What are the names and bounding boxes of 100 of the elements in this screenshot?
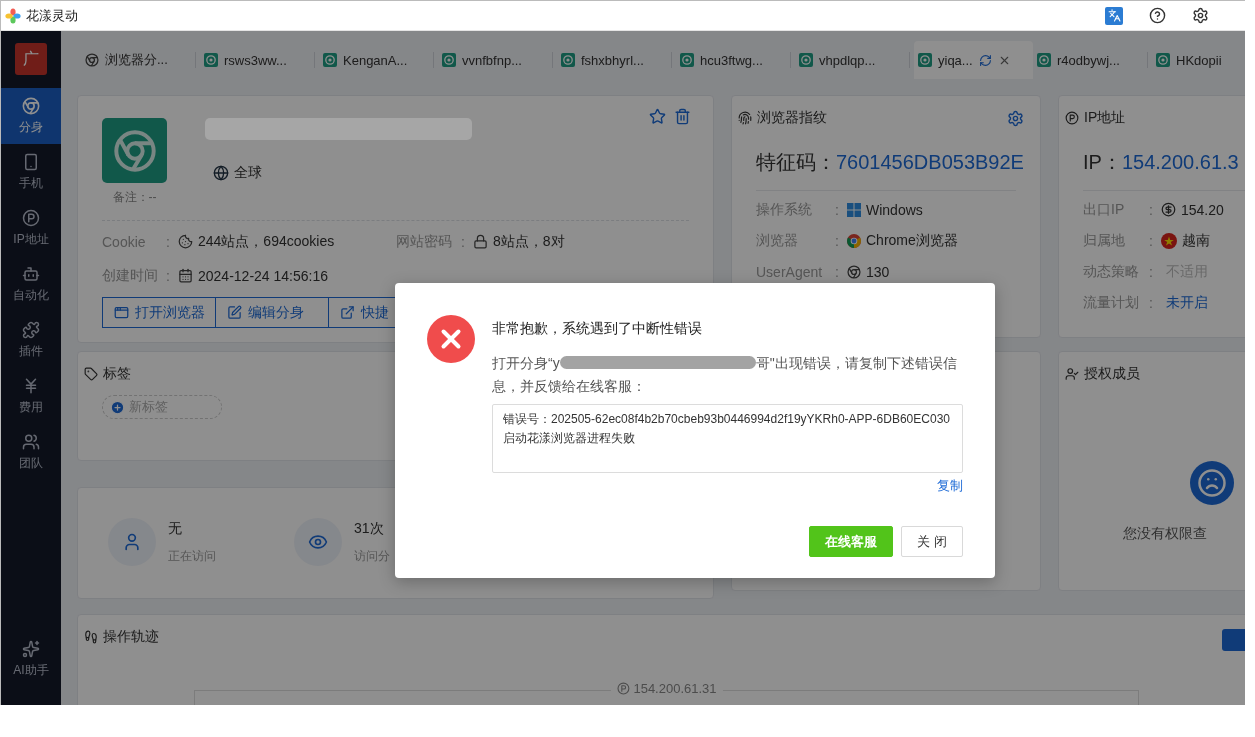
- field-value: 244站点，694cookies: [198, 232, 335, 251]
- colon: :: [1149, 294, 1154, 311]
- flower-logo-icon: [5, 7, 21, 24]
- support-button[interactable]: 在线客服: [809, 526, 894, 557]
- sad-face-icon: [1190, 461, 1234, 505]
- sparkle-icon: [22, 639, 40, 658]
- ring-logo-icon: [847, 264, 861, 279]
- window-icon: [114, 305, 129, 320]
- help-icon[interactable]: [1149, 7, 1166, 24]
- field-value: 154.20: [1181, 201, 1224, 218]
- ring-logo-icon: [85, 53, 99, 67]
- tab[interactable]: HKdopii: [1152, 41, 1245, 79]
- error-details-field[interactable]: 错误号：202505-62ec08f4b2b70cbeb93b0446994d2f19yYKRh0-APP-6DB60EC030 启动花漾浏览器进程失败: [492, 404, 963, 473]
- value-link[interactable]: 未开启: [1166, 293, 1208, 312]
- field-value: 130: [866, 263, 890, 280]
- tab[interactable]: fshxbhyrl...: [557, 41, 676, 79]
- close-button[interactable]: 关 闭: [901, 526, 963, 557]
- track-ip: 154.200.61.31: [610, 681, 723, 696]
- dialog-title: 非常抱歉，系统遇到了中断性错误: [492, 320, 703, 338]
- app-tile-icon: [323, 53, 337, 67]
- colon: :: [1149, 263, 1154, 280]
- field-label: 网站密码: [396, 232, 453, 251]
- colon: :: [166, 233, 171, 250]
- tab[interactable]: hcu3ftwg...: [676, 41, 795, 79]
- team-logo[interactable]: 广: [15, 43, 47, 75]
- phone-icon: [22, 152, 40, 171]
- location-label: 全球: [213, 164, 689, 182]
- field-label: 浏览器: [756, 231, 799, 250]
- tab[interactable]: KenganA...: [319, 41, 438, 79]
- tab[interactable]: 浏览器分...: [81, 41, 200, 79]
- tab[interactable]: vvnfbfnp...: [438, 41, 557, 79]
- action-button[interactable]: 编辑分身: [215, 297, 329, 328]
- colon: :: [835, 232, 840, 249]
- app-tile-icon: [561, 53, 575, 67]
- robot-icon: [22, 264, 40, 283]
- nav-item[interactable]: 插件: [1, 312, 61, 368]
- card-title: 标签: [103, 365, 131, 383]
- card-title: IP地址: [1084, 109, 1126, 127]
- nav-item[interactable]: 手机: [1, 144, 61, 200]
- nav-item[interactable]: AI助手: [1, 631, 61, 687]
- nav-item[interactable]: 团队: [1, 424, 61, 480]
- circle-p-icon: [22, 208, 40, 227]
- nav-item[interactable]: 费用: [1, 368, 61, 424]
- app-tile-icon: [442, 53, 456, 67]
- ip-label: IP：: [1083, 150, 1122, 175]
- code-label: 特征码：: [756, 150, 836, 175]
- circle-p-icon: [616, 682, 630, 695]
- field-label: 归属地: [1083, 231, 1126, 250]
- field-value: 越南: [1182, 231, 1210, 250]
- ip-value: 154.200.61.3: [1121, 151, 1239, 174]
- nav-item[interactable]: 分身: [1, 88, 61, 144]
- star-flag-icon: [1161, 232, 1177, 249]
- tab[interactable]: yiqa...: [914, 41, 1033, 79]
- trash-icon[interactable]: [674, 108, 691, 125]
- error-message: 打开分身“y 哥"出现错误，请复制下述错误信息，并反馈给在线客服：: [492, 354, 958, 396]
- circle-p-icon: [1065, 111, 1079, 125]
- cookie-icon: [178, 234, 193, 249]
- colon: :: [835, 201, 840, 218]
- lock-icon: [473, 234, 488, 249]
- stat-value: 无: [168, 519, 183, 538]
- color-ring-icon: [847, 233, 861, 248]
- field-value: 8站点，8对: [493, 232, 565, 251]
- card-title: 操作轨迹: [103, 628, 159, 646]
- refresh-icon: [978, 53, 992, 67]
- field-label: UserAgent: [756, 263, 824, 280]
- app-tile-icon: [1037, 53, 1051, 67]
- dollar-coin-icon: [1161, 202, 1176, 217]
- tab[interactable]: vhpdlqp...: [795, 41, 914, 79]
- field-label: Cookie: [102, 233, 147, 250]
- edit-icon: [227, 305, 242, 320]
- stat-value: 31次: [354, 519, 385, 538]
- tab[interactable]: rsws3ww...: [200, 41, 319, 79]
- card-title: 浏览器指纹: [757, 109, 827, 127]
- tab[interactable]: r4odbywj...: [1033, 41, 1152, 79]
- app-tile-icon: [204, 53, 218, 67]
- field-value: Chrome浏览器: [866, 231, 958, 250]
- nav-item[interactable]: 自动化: [1, 256, 61, 312]
- calendar-icon: [178, 268, 193, 283]
- globe-icon: [213, 165, 229, 181]
- field-label: 操作系统: [756, 200, 813, 219]
- copy-link[interactable]: 复制: [937, 477, 963, 495]
- star-icon[interactable]: [649, 108, 666, 125]
- colon: :: [1149, 232, 1154, 249]
- code-value: 7601456DB053B92E: [836, 151, 1024, 174]
- app-tile-icon: [1156, 53, 1170, 67]
- action-button[interactable]: 打开浏览器: [102, 297, 216, 328]
- nav-item[interactable]: IP地址: [1, 200, 61, 256]
- ring-logo-icon: [112, 128, 157, 173]
- app-tile-icon: [918, 53, 932, 67]
- footprints-icon: [84, 630, 98, 644]
- empty-message: 您没有权限查: [1123, 525, 1208, 543]
- four-panes-icon: [847, 202, 861, 217]
- settings-icon[interactable]: [1192, 7, 1209, 24]
- field-value: 2024-12-24 14:56:16: [198, 267, 328, 284]
- card-title: 授权成员: [1084, 365, 1140, 383]
- colon: :: [1149, 201, 1154, 218]
- app-tile-icon: [799, 53, 813, 67]
- colon: :: [461, 233, 466, 250]
- translate-icon[interactable]: [1105, 6, 1123, 25]
- track-button[interactable]: [1222, 629, 1245, 651]
